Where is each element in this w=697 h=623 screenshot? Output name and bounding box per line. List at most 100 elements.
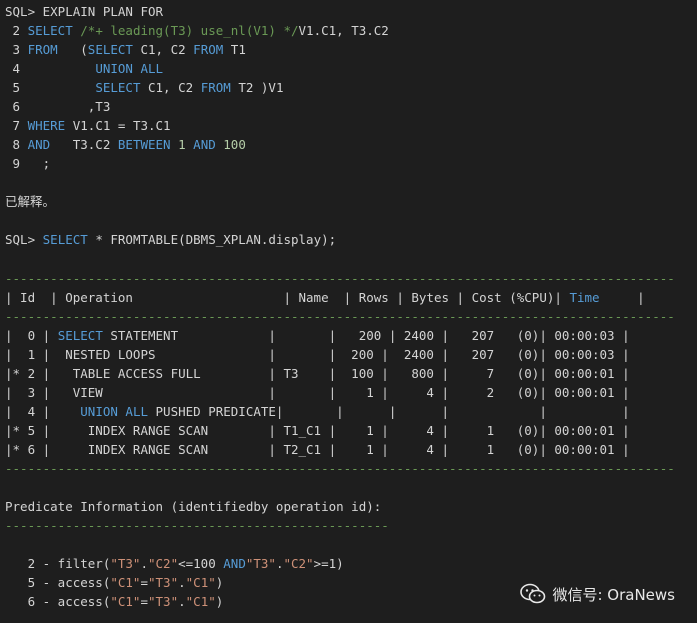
text: |* 2 | TABLE ACCESS FULL | T3 | 100 | 80…	[5, 366, 630, 381]
line-number: 7	[5, 118, 28, 133]
number: 1	[178, 137, 186, 152]
text: .	[140, 556, 148, 571]
text	[28, 80, 96, 95]
keyword: SELECT	[87, 42, 133, 57]
keyword: SELECT	[95, 80, 141, 95]
wechat-icon	[520, 583, 546, 605]
text: .	[178, 575, 186, 590]
sql-line: 7 WHERE V1.C1 = T3.C1	[5, 116, 171, 135]
plan-header-time: Time	[569, 290, 600, 305]
plan-header-columns: | Id | Operation | Name | Rows | Bytes |…	[5, 290, 570, 305]
plan-divider-mid: ----------------------------------------…	[5, 309, 675, 324]
predicate-line: 6 - access("C1"="T3"."C1")	[5, 592, 224, 611]
line-number: 4	[5, 61, 28, 76]
line-number: 9	[5, 156, 28, 171]
sql-line: 9 ;	[5, 154, 51, 173]
text: | 1 | NESTED LOOPS | | 200 | 2400 | 207 …	[5, 347, 630, 362]
sql-line: 8 AND T3.C2 BETWEEN 1 AND 100	[5, 135, 246, 154]
text: .	[178, 594, 186, 609]
keyword: WHERE	[27, 118, 66, 133]
comment: /*+ leading(T3) use_nl(V1) */	[80, 23, 299, 38]
string-literal: "C1"	[110, 575, 141, 590]
keyword: AND	[223, 556, 246, 571]
text	[171, 137, 179, 152]
line-number: 5	[5, 80, 28, 95]
string-literal: "T3"	[110, 556, 141, 571]
query-line: SQL> SELECT * FROMTABLE(DBMS_XPLAN.displ…	[5, 230, 336, 249]
text: V1.C1, T3.C2	[298, 23, 389, 38]
text: C1, C2	[132, 42, 194, 57]
text: C1, C2	[140, 80, 201, 95]
text: ,T3	[27, 99, 111, 114]
plan-row: |* 2 | TABLE ACCESS FULL | T3 | 100 | 80…	[5, 364, 630, 383]
plan-divider-bottom: ----------------------------------------…	[5, 461, 675, 476]
plan-row: | 0 | SELECT STATEMENT | | 200 | 2400 | …	[5, 326, 630, 345]
text: | 4 |	[5, 404, 81, 419]
text: )	[215, 575, 224, 590]
text: >=1)	[313, 556, 344, 571]
predicate-line: 5 - access("C1"="T3"."C1")	[5, 573, 224, 592]
text: 2 - filter(	[5, 556, 111, 571]
plan-header-end: |	[599, 290, 645, 305]
text: )	[215, 594, 224, 609]
string-literal: "T3"	[148, 594, 179, 609]
query-rest: * FROMTABLE(DBMS_XPLAN.display);	[87, 232, 337, 247]
sql-prompt-line: SQL> EXPLAIN PLAN FOR	[5, 4, 164, 19]
string-literal: "T3"	[148, 575, 179, 590]
line-number: 2	[5, 23, 28, 38]
keyword: FROM	[193, 42, 224, 57]
plan-row: |* 6 | INDEX RANGE SCAN | T2_C1 | 1 | 4 …	[5, 440, 630, 459]
sql-line: 2 SELECT /*+ leading(T3) use_nl(V1) */V1…	[5, 21, 389, 40]
predicate-divider: ----------------------------------------…	[5, 518, 389, 533]
query-prefix: SQL>	[5, 232, 43, 247]
text: PUSHED PREDICATE| | | | | |	[148, 404, 630, 419]
string-literal: "C1"	[185, 575, 216, 590]
text: T3.C2	[50, 137, 118, 152]
terminal-window: SQL> EXPLAIN PLAN FOR 2 SELECT /*+ leadi…	[0, 0, 697, 623]
line-number: 3	[5, 42, 28, 57]
keyword: AND	[193, 137, 216, 152]
text: 5 - access(	[5, 575, 111, 590]
string-literal: "C2"	[283, 556, 314, 571]
watermark-text: 微信号: OraNews	[552, 585, 675, 604]
sql-line: 3 FROM (SELECT C1, C2 FROM T1	[5, 40, 246, 59]
keyword: FROM	[27, 42, 58, 57]
text: STATEMENT | | 200 | 2400 | 207 (0)| 00:0…	[102, 328, 630, 343]
keyword: FROM	[200, 80, 231, 95]
text: ;	[27, 156, 51, 171]
sql-line: 6 ,T3	[5, 97, 111, 116]
sql-line: 5 SELECT C1, C2 FROM T2 )V1	[5, 78, 284, 97]
predicate-title: Predicate Information (identifiedby oper…	[5, 499, 382, 514]
keyword: UNION ALL	[80, 404, 148, 419]
plan-header: | Id | Operation | Name | Rows | Bytes |…	[5, 288, 645, 307]
line-number: 8	[5, 137, 28, 152]
plan-row: | 4 | UNION ALL PUSHED PREDICATE| | | | …	[5, 402, 630, 421]
text: <=100	[178, 556, 224, 571]
text	[28, 61, 96, 76]
keyword: AND	[27, 137, 51, 152]
keyword: BETWEEN	[117, 137, 171, 152]
string-literal: "C1"	[185, 594, 216, 609]
text: |* 6 | INDEX RANGE SCAN | T2_C1 | 1 | 4 …	[5, 442, 630, 457]
text: T2 )V1	[230, 80, 284, 95]
watermark: 微信号: OraNews	[520, 583, 675, 605]
keyword: SELECT	[57, 328, 103, 343]
text: | 0 |	[5, 328, 58, 343]
text: V1.C1 = T3.C1	[65, 118, 171, 133]
plan-row: | 1 | NESTED LOOPS | | 200 | 2400 | 207 …	[5, 345, 630, 364]
text: (	[57, 42, 88, 57]
keyword: SELECT	[27, 23, 81, 38]
plan-divider-top: ----------------------------------------…	[5, 271, 675, 286]
text: 6 - access(	[5, 594, 111, 609]
text: |* 5 | INDEX RANGE SCAN | T1_C1 | 1 | 4 …	[5, 423, 630, 438]
plan-row: | 3 | VIEW | | 1 | 4 | 2 (0)| 00:00:01 |	[5, 383, 630, 402]
text: =	[140, 594, 148, 609]
string-literal: "T3"	[245, 556, 276, 571]
predicate-line: 2 - filter("T3"."C2"<=100 AND"T3"."C2">=…	[5, 554, 344, 573]
string-literal: "C2"	[148, 556, 179, 571]
line-number: 6	[5, 99, 28, 114]
query-keyword: SELECT	[42, 232, 88, 247]
explained-message: 已解释。	[5, 194, 56, 209]
plan-row: |* 5 | INDEX RANGE SCAN | T1_C1 | 1 | 4 …	[5, 421, 630, 440]
text: | 3 | VIEW | | 1 | 4 | 2 (0)| 00:00:01 |	[5, 385, 630, 400]
